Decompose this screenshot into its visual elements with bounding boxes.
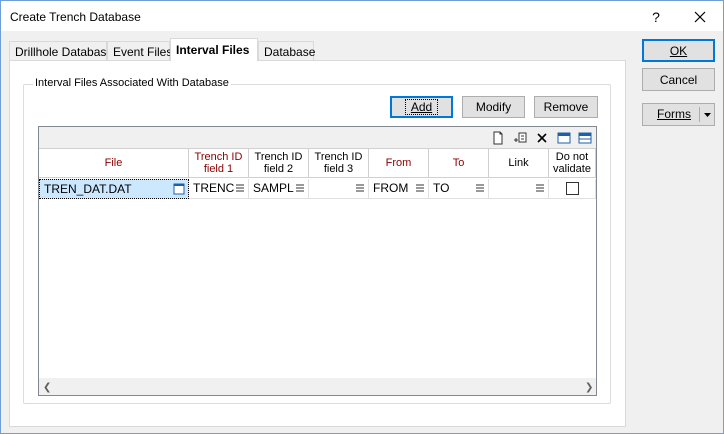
dialog-window: Create Trench Database ? Drillhole Datab… xyxy=(0,0,724,434)
column-header-file[interactable]: File xyxy=(39,149,189,178)
grid-toolbar xyxy=(39,127,596,149)
add-button[interactable]: Add xyxy=(390,96,453,118)
forms-button-label: Forms xyxy=(657,107,691,121)
cancel-button-label: Cancel xyxy=(659,72,698,87)
window-view-icon[interactable] xyxy=(556,130,572,146)
to-value: TO xyxy=(433,181,450,195)
column-header-do-not-validate[interactable]: Do not validate xyxy=(549,149,596,178)
list-icon[interactable] xyxy=(476,184,484,192)
column-header-from[interactable]: From xyxy=(369,149,429,178)
ok-button-label: OK xyxy=(669,43,688,58)
forms-dropdown[interactable] xyxy=(700,104,715,125)
ok-button[interactable]: OK xyxy=(642,39,715,62)
cell-trench-id-3[interactable] xyxy=(309,179,369,199)
scroll-left-icon[interactable]: ❮ xyxy=(43,382,51,393)
tab-interval-files[interactable]: Interval Files xyxy=(170,38,258,61)
cell-do-not-validate xyxy=(549,179,596,199)
tab-event-files[interactable]: Event Files xyxy=(107,41,172,61)
window-title: Create Trench Database xyxy=(10,10,141,24)
from-value: FROM xyxy=(373,181,409,195)
scroll-right-icon[interactable]: ❯ xyxy=(585,382,593,393)
title-bar: Create Trench Database ? xyxy=(1,1,723,31)
close-icon xyxy=(694,11,706,23)
column-header-to[interactable]: To xyxy=(429,149,489,178)
new-row-icon[interactable] xyxy=(490,130,506,146)
list-icon[interactable] xyxy=(296,184,304,192)
modify-button[interactable]: Modify xyxy=(462,96,525,118)
list-icon[interactable] xyxy=(416,184,424,192)
do-not-validate-checkbox[interactable] xyxy=(566,182,579,195)
tab-drillhole-database[interactable]: Drillhole Database xyxy=(9,41,113,61)
delete-row-icon[interactable] xyxy=(534,130,550,146)
cell-from[interactable]: FROM xyxy=(369,179,429,199)
cell-to[interactable]: TO xyxy=(429,179,489,199)
column-header-trench-id-3[interactable]: Trench ID field 3 xyxy=(309,149,369,178)
split-view-icon[interactable] xyxy=(577,130,593,146)
file-value: TREN_DAT.DAT xyxy=(44,182,132,196)
browse-icon[interactable] xyxy=(173,183,185,195)
add-button-label: Add xyxy=(404,99,439,115)
forms-button[interactable]: Forms xyxy=(643,104,699,125)
list-icon[interactable] xyxy=(356,184,364,192)
trench-id-1-value: TRENC xyxy=(193,181,235,195)
help-button[interactable]: ? xyxy=(646,7,666,27)
forms-split-button: Forms xyxy=(642,103,715,126)
interval-files-grid: File Trench ID field 1 Trench ID field 2… xyxy=(38,126,597,396)
close-button[interactable] xyxy=(689,6,711,28)
list-icon[interactable] xyxy=(236,184,244,192)
horizontal-scrollbar[interactable]: ❮ ❯ xyxy=(39,378,596,395)
cell-trench-id-2[interactable]: SAMPL xyxy=(249,179,309,199)
remove-button[interactable]: Remove xyxy=(534,96,598,118)
cell-trench-id-1[interactable]: TRENC xyxy=(189,179,249,199)
column-header-trench-id-1[interactable]: Trench ID field 1 xyxy=(189,149,249,178)
cell-link[interactable] xyxy=(489,179,549,199)
trench-id-2-value: SAMPL xyxy=(253,181,294,195)
column-header-link[interactable]: Link xyxy=(489,149,549,178)
table-row[interactable]: TREN_DAT.DAT TRENC SAMPL FROM TO xyxy=(39,179,596,199)
column-header-trench-id-2[interactable]: Trench ID field 2 xyxy=(249,149,309,178)
insert-row-icon[interactable] xyxy=(512,130,528,146)
chevron-down-icon xyxy=(704,113,711,117)
list-icon[interactable] xyxy=(536,184,544,192)
group-label: Interval Files Associated With Database xyxy=(33,77,231,89)
tab-database[interactable]: Database xyxy=(258,41,315,61)
grid-header: File Trench ID field 1 Trench ID field 2… xyxy=(39,149,596,178)
cancel-button[interactable]: Cancel xyxy=(642,68,715,91)
cell-file[interactable]: TREN_DAT.DAT xyxy=(39,179,189,199)
